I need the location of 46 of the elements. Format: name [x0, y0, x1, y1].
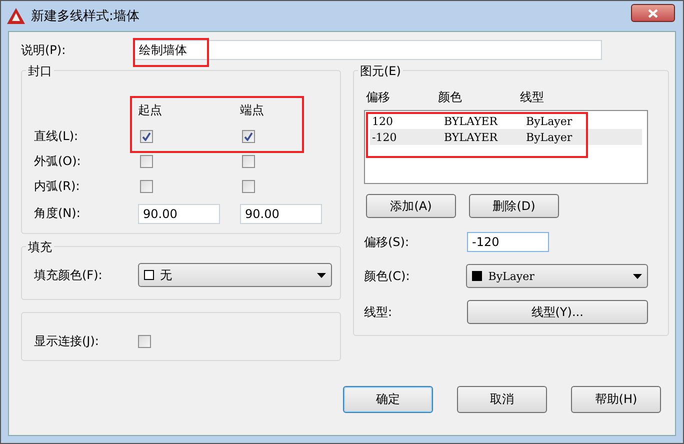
column-header: 偏移	[366, 89, 391, 106]
row-label: 内弧(R):	[34, 178, 80, 196]
button[interactable]: 添加(A)	[366, 194, 456, 218]
row-label: 外弧(O):	[34, 152, 81, 170]
description-field[interactable]: 绘制墙体	[134, 40, 602, 60]
group-title: 填充	[26, 239, 54, 256]
button[interactable]: 删除(D)	[469, 194, 559, 218]
fill-color-dropdown[interactable]: 无	[138, 263, 332, 287]
field-label: 显示连接(J):	[34, 333, 100, 350]
dropdown-arrow-icon	[633, 274, 642, 278]
checkbox[interactable]	[140, 180, 153, 194]
column-header: 起点	[138, 102, 162, 120]
dropdown-arrow-icon	[317, 272, 326, 278]
window-title: 新建多线样式:墙体	[31, 8, 140, 25]
row-label: 直线(L):	[34, 128, 78, 145]
button[interactable]: 确定	[343, 386, 433, 413]
group-title: 图元(E)	[358, 63, 403, 80]
column-header: 端点	[240, 102, 264, 120]
checkbox[interactable]	[242, 154, 255, 168]
column-header: 线型	[520, 89, 545, 106]
field-label: 线型:	[364, 304, 394, 320]
checkbox[interactable]	[138, 335, 151, 348]
button[interactable]: 帮助(H)	[571, 386, 661, 413]
color-swatch-icon	[144, 270, 154, 280]
checkbox[interactable]	[242, 130, 255, 143]
color-swatch-icon	[472, 271, 482, 281]
field-label: 偏移(S):	[364, 234, 410, 250]
close-button[interactable]	[631, 4, 675, 22]
row-label: 角度(N):	[34, 205, 80, 222]
close-icon	[648, 8, 658, 18]
offset-field[interactable]: -120	[467, 232, 549, 252]
color-dropdown[interactable]: ByLayer	[466, 264, 648, 288]
app-logo-icon	[7, 8, 25, 24]
list-row[interactable]: 120 BYLAYER ByLayer	[370, 113, 642, 129]
checkbox[interactable]	[140, 130, 153, 143]
input-field[interactable]: 90.00	[240, 204, 322, 224]
checkbox[interactable]	[140, 154, 153, 168]
input-field[interactable]: 90.00	[138, 204, 220, 224]
column-header: 颜色	[438, 89, 463, 106]
field-label: 填充颜色(F):	[34, 266, 104, 284]
checkbox[interactable]	[242, 180, 255, 194]
linetype-button[interactable]: 线型(Y)...	[466, 300, 648, 324]
button[interactable]: 取消	[457, 386, 547, 413]
list-row[interactable]: -120 BYLAYER ByLayer	[370, 129, 642, 145]
field-label: 说明(P):	[21, 42, 67, 58]
field-label: 颜色(C):	[364, 268, 411, 284]
